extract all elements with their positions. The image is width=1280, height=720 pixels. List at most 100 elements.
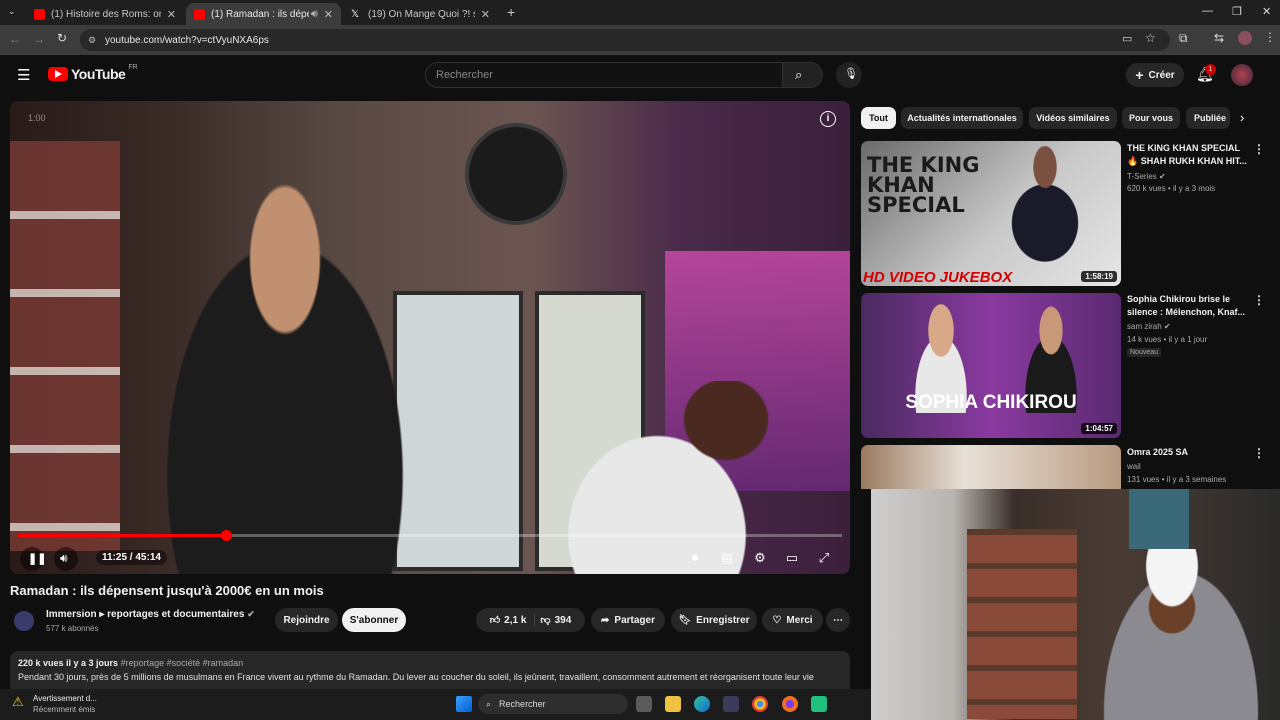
- windows-start-icon[interactable]: [456, 696, 472, 712]
- more-vertical-icon[interactable]: ⋮: [1253, 293, 1265, 307]
- task-view-icon[interactable]: [636, 696, 652, 712]
- voice-search-button[interactable]: 🎙︎: [836, 62, 862, 88]
- settings-gear-icon[interactable]: ⚙: [749, 549, 771, 567]
- verified-check-icon: ✔: [1159, 172, 1166, 181]
- search-input[interactable]: Rechercher: [425, 62, 783, 88]
- chip-actualites-internationales[interactable]: Actualités internationales: [901, 107, 1023, 129]
- app-icon[interactable]: [811, 696, 827, 712]
- tab-ramadan[interactable]: (1) Ramadan : ils dépensen 🔊︎ ✕: [186, 3, 341, 25]
- subtitles-icon[interactable]: ▤: [716, 549, 738, 567]
- recommendation-thumbnail[interactable]: SOPHIA CHIKIROU 1:04:57: [861, 293, 1121, 438]
- share-arrow-icon: ➦: [601, 614, 610, 626]
- volume-icon: 🔊︎: [60, 551, 68, 565]
- url-text: youtube.com/watch?v=ctVyuNXA6ps: [105, 35, 269, 46]
- taskbar-notification-title[interactable]: Avertissement d...: [33, 694, 97, 703]
- close-tab-icon[interactable]: ✕: [481, 8, 490, 21]
- autoplay-toggle-icon[interactable]: ⏺: [684, 549, 706, 567]
- like-button[interactable]: 👍︎ 2,1 k: [490, 614, 536, 626]
- video-overlay-timestamp: 1:00: [28, 113, 46, 123]
- forward-icon[interactable]: →: [33, 32, 45, 46]
- taskbar-search[interactable]: ⌕ Rechercher: [478, 694, 628, 714]
- close-window-icon[interactable]: ✕: [1262, 5, 1271, 18]
- search-button[interactable]: ⌕: [783, 62, 823, 88]
- like-dislike-group: 👍︎ 2,1 k 👎︎ 394: [476, 608, 585, 632]
- speaker-icon[interactable]: 🔊︎: [311, 8, 318, 21]
- recommendation-meta: 620 k vues • il y a 3 mois: [1127, 184, 1216, 193]
- subscribe-button[interactable]: S'abonner: [342, 608, 406, 632]
- chip-pour-vous[interactable]: Pour vous: [1122, 107, 1180, 129]
- view-count-date: 220 k vues il y a 3 jours: [18, 658, 119, 668]
- share-button[interactable]: ➦ Partager: [591, 608, 665, 632]
- thanks-label: Merci: [786, 614, 813, 626]
- progress-bar[interactable]: [18, 530, 842, 541]
- profile-avatar[interactable]: [1238, 31, 1252, 45]
- channel-avatar[interactable]: [14, 611, 34, 631]
- youtube-favicon-icon: [194, 8, 205, 20]
- more-actions-button[interactable]: ⋯: [826, 608, 850, 632]
- chrome-icon[interactable]: [752, 696, 768, 712]
- tab-list-chevron-icon[interactable]: ⌄: [8, 6, 16, 17]
- recommendation-title[interactable]: Sophia Chikirou brise le silence : Mélen…: [1127, 293, 1252, 319]
- maximize-icon[interactable]: ❐: [1232, 5, 1242, 18]
- recommendation-title[interactable]: THE KING KHAN SPECIAL 🔥 SHAH RUKH KHAN H…: [1127, 142, 1252, 168]
- channel-name[interactable]: Immersion ▸ reportages et documentaires …: [46, 609, 255, 620]
- chevron-right-icon[interactable]: ›: [1240, 110, 1244, 125]
- recommendation-channel[interactable]: T-Series ✔: [1127, 171, 1252, 183]
- close-tab-icon[interactable]: ✕: [324, 8, 333, 21]
- recommendation-thumbnail[interactable]: [861, 445, 1121, 489]
- thanks-button[interactable]: ♡ Merci: [762, 608, 823, 632]
- tab-on-mange-quoi[interactable]: 𝕏 (19) On Mange Quoi ?! sur X : " ✕: [343, 3, 498, 25]
- cast-icon[interactable]: ▭: [1122, 32, 1132, 45]
- pause-button[interactable]: ❚❚: [20, 547, 46, 571]
- sidebar-icon[interactable]: ⇆: [1214, 31, 1224, 45]
- store-icon[interactable]: [723, 696, 739, 712]
- join-button[interactable]: Rejoindre: [275, 608, 338, 632]
- extensions-icon[interactable]: ⧉: [1179, 31, 1188, 46]
- chip-label: Actualités internationales: [907, 113, 1017, 123]
- hamburger-menu-icon[interactable]: ☰: [17, 66, 30, 84]
- create-button[interactable]: + Créer: [1126, 63, 1184, 87]
- video-duration: 1:58:19: [1081, 271, 1117, 282]
- more-vertical-icon[interactable]: ⋮: [1253, 446, 1265, 460]
- site-info-icon[interactable]: ⚙: [88, 35, 96, 46]
- back-icon[interactable]: ←: [9, 32, 21, 46]
- recommendation-channel[interactable]: wail: [1127, 461, 1252, 473]
- channel-text: T-Series: [1127, 172, 1157, 181]
- description-meta: 220 k vues il y a 3 jours #reportage #so…: [18, 658, 243, 668]
- edge-icon[interactable]: [694, 696, 710, 712]
- recommendation-title[interactable]: Omra 2025 SA: [1127, 446, 1252, 459]
- file-explorer-icon[interactable]: [665, 696, 681, 712]
- search-placeholder: Rechercher: [436, 69, 493, 81]
- hashtags[interactable]: #reportage #société #ramadan: [121, 658, 244, 668]
- theater-mode-icon[interactable]: ▭: [781, 549, 803, 567]
- youtube-logo[interactable]: YouTube FR: [48, 64, 138, 82]
- chip-publiee[interactable]: Publiée: [1186, 107, 1230, 129]
- video-player[interactable]: 1:00 i ❚❚ 🔊︎ 11:25 / 45:14 ⏺ ▤ ⚙ ▭ ⤢: [10, 101, 850, 574]
- save-button[interactable]: 🔖︎ Enregistrer: [671, 608, 757, 632]
- verified-check-icon: ✔: [1163, 322, 1171, 331]
- tab-histoire-roms[interactable]: (1) Histoire des Roms: origine e ✕: [26, 3, 184, 25]
- volume-button[interactable]: 🔊︎: [54, 547, 78, 571]
- fullscreen-icon[interactable]: ⤢: [813, 549, 835, 567]
- bookmark-star-icon[interactable]: ☆: [1145, 31, 1156, 45]
- account-avatar[interactable]: [1231, 64, 1253, 86]
- reload-icon[interactable]: ↻: [57, 31, 67, 45]
- browser-tab-bar: ⌄ (1) Histoire des Roms: origine e ✕ (1)…: [0, 0, 1280, 25]
- warning-icon[interactable]: ⚠: [12, 694, 24, 710]
- dislike-count: 394: [554, 614, 572, 626]
- info-icon[interactable]: i: [820, 111, 836, 127]
- recommendation-thumbnail[interactable]: THE KING KHAN SPECIAL HD VIDEO JUKEBOX 1…: [861, 141, 1121, 286]
- create-label: Créer: [1148, 69, 1175, 81]
- dislike-button[interactable]: 👎︎ 394: [540, 614, 572, 627]
- more-vertical-icon[interactable]: ⋮: [1253, 142, 1265, 156]
- chip-videos-similaires[interactable]: Vidéos similaires: [1029, 107, 1117, 129]
- minimize-icon[interactable]: —: [1202, 5, 1213, 17]
- close-tab-icon[interactable]: ✕: [167, 8, 176, 21]
- like-count: 2,1 k: [504, 614, 527, 626]
- recommendation-channel[interactable]: sam zirah ✔: [1127, 321, 1252, 333]
- youtube-wordmark: YouTube: [71, 66, 126, 82]
- chip-tout[interactable]: Tout: [861, 107, 896, 129]
- new-tab-icon[interactable]: +: [507, 4, 515, 20]
- browser-menu-icon[interactable]: ⋮: [1264, 30, 1276, 44]
- firefox-icon[interactable]: [782, 696, 798, 712]
